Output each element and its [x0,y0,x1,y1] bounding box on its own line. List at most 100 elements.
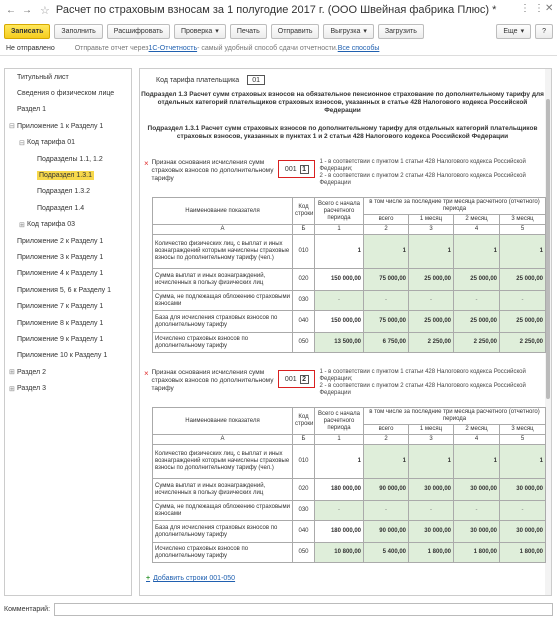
sidebar-item[interactable]: Приложение 10 к Разделу 1 [5,348,131,364]
value-cell[interactable]: 1 [314,444,364,479]
collapse-icon[interactable]: ⊟ [9,122,17,130]
value-cell[interactable]: 25 000,00 [408,310,454,333]
value-cell[interactable]: 1 [363,234,409,269]
sidebar-item[interactable]: Приложение 8 к Разделу 1 [5,315,131,331]
value-cell[interactable]: 30 000,00 [453,520,500,543]
sidebar-item[interactable]: ⊞ Раздел 3 [5,380,131,396]
value-cell[interactable]: 13 500,00 [314,332,364,353]
sidebar-item[interactable]: Подраздел 1.4 [5,200,131,216]
tariff-code-value[interactable]: 01 [247,75,265,85]
sidebar-item[interactable]: ⊟ Код тарифа 01 [5,135,131,151]
value-cell[interactable]: 1 [408,444,454,479]
sidebar-item[interactable]: ⊞ Код тарифа 03 [5,217,131,233]
favorite-star-icon[interactable]: ☆ [40,4,50,17]
value-cell[interactable]: 75 000,00 [363,310,409,333]
value-cell[interactable]: 10 800,00 [314,542,364,563]
value-cell[interactable]: 180 000,00 [314,478,364,501]
value-cell[interactable]: 30 000,00 [499,520,546,543]
link-icon[interactable]: ⋮ [520,3,530,14]
value-cell[interactable]: - [314,500,364,521]
comment-input[interactable] [54,602,553,616]
basis-sign-field[interactable]: 001 2 [278,370,316,388]
sidebar-item[interactable]: Раздел 1 [5,102,131,118]
value-cell[interactable]: - [453,500,500,521]
value-cell[interactable]: 2 250,00 [408,332,454,353]
value-cell[interactable]: 30 000,00 [499,478,546,501]
sidebar-item[interactable]: Титульный лист [5,69,131,85]
value-cell[interactable]: 1 800,00 [499,542,546,563]
reporting-link[interactable]: 1С-Отчетность [149,45,198,52]
help-button[interactable]: ? [535,23,553,39]
sidebar-item[interactable]: Приложение 4 к Разделу 1 [5,266,131,282]
value-cell[interactable]: 30 000,00 [408,478,454,501]
check-button[interactable]: Проверка ▾ [173,23,226,39]
back-arrow-icon[interactable]: ← [4,3,18,17]
sidebar-item[interactable]: Подразделы 1.1, 1.2 [5,151,131,167]
download-button[interactable]: Загрузить [377,23,424,39]
collapse-icon[interactable]: ⊟ [19,139,27,147]
value-cell[interactable]: 25 000,00 [499,310,546,333]
sidebar-item[interactable]: Приложения 5, 6 к Разделу 1 [5,282,131,298]
sidebar-item[interactable]: Подраздел 1.3.2 [5,184,131,200]
value-cell[interactable]: 1 [453,444,500,479]
print-button[interactable]: Печать [229,23,267,39]
scrollbar-thumb[interactable] [546,99,550,399]
value-cell[interactable]: 90 000,00 [363,520,409,543]
add-rows-link[interactable]: + Добавить строки 001-050 [146,575,235,582]
value-cell[interactable]: - [363,290,409,311]
value-cell[interactable]: 2 250,00 [453,332,500,353]
more-icon[interactable]: ⋮ [534,3,544,14]
value-cell[interactable]: 5 400,00 [363,542,409,563]
value-cell[interactable]: 1 [453,234,500,269]
value-cell[interactable]: - [408,500,454,521]
expand-icon[interactable]: ⊞ [19,221,27,229]
expand-icon[interactable]: ⊞ [9,385,17,393]
value-cell[interactable]: 1 [499,444,546,479]
value-cell[interactable]: 150 000,00 [314,268,364,291]
basis-sign-value[interactable]: 2 [299,374,309,384]
value-cell[interactable]: 25 000,00 [408,268,454,291]
sidebar-item[interactable]: ⊞ Раздел 2 [5,364,131,380]
value-cell[interactable]: - [408,290,454,311]
basis-sign-value[interactable]: 1 [299,164,309,174]
upload-button[interactable]: Выгрузка ▾ [323,23,374,39]
value-cell[interactable]: 180 000,00 [314,520,364,543]
value-cell[interactable]: 25 000,00 [499,268,546,291]
value-cell[interactable]: 30 000,00 [408,520,454,543]
save-button[interactable]: Записать [4,23,51,39]
sidebar-item[interactable]: Приложение 2 к Разделу 1 [5,233,131,249]
sidebar-item[interactable]: Сведения о физическом лице [5,85,131,101]
value-cell[interactable]: 25 000,00 [453,268,500,291]
value-cell[interactable]: 1 [314,234,364,269]
sidebar-item[interactable]: Подраздел 1.3.1 [5,167,131,183]
value-cell[interactable]: - [363,500,409,521]
fill-button[interactable]: Заполнить [54,23,103,39]
value-cell[interactable]: - [499,500,546,521]
value-cell[interactable]: 1 800,00 [408,542,454,563]
value-cell[interactable]: 1 [499,234,546,269]
expand-icon[interactable]: ⊞ [9,368,17,376]
value-cell[interactable]: - [314,290,364,311]
more-button[interactable]: Еще ▾ [496,23,532,39]
send-button[interactable]: Отправить [270,23,320,39]
value-cell[interactable]: 90 000,00 [363,478,409,501]
value-cell[interactable]: 30 000,00 [453,478,500,501]
value-cell[interactable]: - [453,290,500,311]
sidebar-item[interactable]: Приложение 7 к Разделу 1 [5,298,131,314]
value-cell[interactable]: 75 000,00 [363,268,409,291]
decode-button[interactable]: Расшифровать [106,23,170,39]
value-cell[interactable]: 1 800,00 [453,542,500,563]
sidebar-item[interactable]: Приложение 9 к Разделу 1 [5,331,131,347]
sidebar-item[interactable]: Приложение 3 к Разделу 1 [5,249,131,265]
close-icon[interactable]: ✕ [545,3,553,14]
sidebar-item[interactable]: ⊟ Приложение 1 к Разделу 1 [5,118,131,134]
value-cell[interactable]: 1 [363,444,409,479]
forward-arrow-icon[interactable]: → [20,3,34,17]
value-cell[interactable]: 25 000,00 [453,310,500,333]
value-cell[interactable]: 2 250,00 [499,332,546,353]
value-cell[interactable]: 6 750,00 [363,332,409,353]
all-methods-link[interactable]: Все способы [338,45,380,52]
value-cell[interactable]: 150 000,00 [314,310,364,333]
basis-sign-field[interactable]: 001 1 [278,160,316,178]
value-cell[interactable]: - [499,290,546,311]
